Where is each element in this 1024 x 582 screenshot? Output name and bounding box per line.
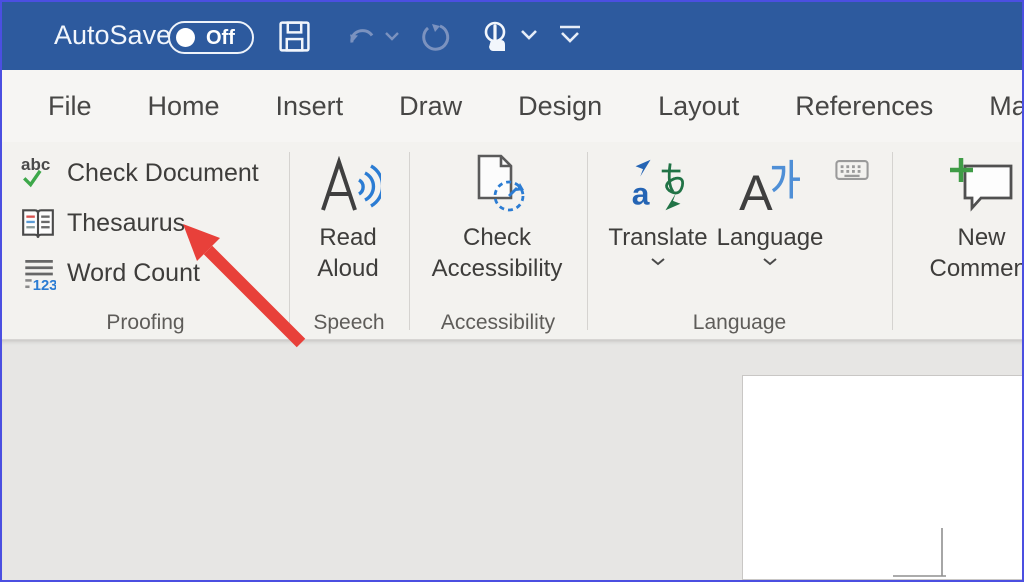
ribbon-review-contents: abc Check Document Thesaurus (2, 142, 1022, 340)
accessibility-group-label: Accessibility (409, 311, 587, 335)
customize-quick-access-toolbar-icon[interactable] (556, 24, 584, 48)
word-count-button[interactable]: 123 Word Count (20, 250, 200, 296)
new-comment-button[interactable]: New Comment (919, 150, 1024, 284)
svg-text:123: 123 (33, 278, 56, 291)
tab-references[interactable]: References (795, 91, 933, 122)
autosave-toggle[interactable]: Off (168, 21, 254, 54)
check-document-label: Check Document (67, 159, 259, 188)
autosave-state-label: Off (206, 27, 235, 50)
margin-crop-mark (743, 376, 1024, 581)
word-count-label: Word Count (67, 259, 200, 288)
thesaurus-button[interactable]: Thesaurus (20, 200, 185, 246)
language-label: Language (717, 222, 824, 253)
thesaurus-book-icon (20, 205, 56, 241)
title-bar: AutoSave Off (2, 2, 1022, 70)
undo-dropdown-chevron-icon (384, 30, 400, 42)
translate-icon: a (628, 156, 688, 214)
new-comment-label: New Comment (919, 222, 1024, 284)
keyboard-icon[interactable] (835, 159, 869, 181)
read-aloud-button[interactable]: Read Aloud (302, 150, 394, 284)
ribbon-tab-bar: File Home Insert Draw Design Layout Refe… (2, 70, 1022, 142)
proofing-group-label: Proofing (2, 311, 289, 335)
tab-layout[interactable]: Layout (658, 91, 739, 122)
word-window: AutoSave Off (0, 0, 1024, 582)
redo-icon (418, 20, 454, 54)
set-language-icon: A (739, 156, 801, 214)
autosave-toggle-knob (176, 28, 195, 47)
read-aloud-label: Read Aloud (302, 222, 394, 284)
thesaurus-label: Thesaurus (67, 209, 185, 238)
save-icon[interactable] (278, 20, 311, 53)
group-divider (289, 152, 290, 330)
undo-icon (344, 20, 380, 53)
check-accessibility-button[interactable]: Check Accessibility (420, 150, 574, 284)
group-divider (587, 152, 588, 330)
new-comment-icon (949, 154, 1015, 214)
svg-text:abc: abc (21, 155, 50, 174)
tab-home[interactable]: Home (148, 91, 220, 122)
check-accessibility-icon (465, 152, 529, 214)
tab-design[interactable]: Design (518, 91, 602, 122)
word-count-icon: 123 (20, 255, 56, 291)
group-divider (409, 152, 410, 330)
document-page[interactable] (742, 375, 1024, 580)
touch-mouse-mode-icon[interactable] (480, 20, 514, 56)
language-group-label: Language (587, 311, 892, 335)
check-document-button[interactable]: abc Check Document (20, 150, 259, 196)
tab-file[interactable]: File (48, 91, 92, 122)
tab-insert[interactable]: Insert (276, 91, 344, 122)
check-accessibility-label: Check Accessibility (420, 222, 574, 284)
tab-draw[interactable]: Draw (399, 91, 462, 122)
autosave-label: AutoSave (54, 20, 171, 51)
read-aloud-icon (315, 156, 381, 214)
speech-group-label: Speech (289, 311, 409, 335)
svg-text:A: A (739, 165, 773, 214)
spelling-check-icon: abc (20, 155, 56, 191)
language-button[interactable]: A Language (714, 150, 826, 266)
translate-button[interactable]: a Translate (602, 150, 714, 266)
group-divider (892, 152, 893, 330)
language-dropdown-chevron-icon (762, 257, 778, 266)
touch-mode-dropdown-chevron-icon[interactable] (520, 28, 538, 42)
tab-mailings[interactable]: Mailings (989, 91, 1024, 122)
svg-text:a: a (632, 176, 650, 212)
translate-label: Translate (608, 222, 707, 253)
translate-dropdown-chevron-icon (650, 257, 666, 266)
